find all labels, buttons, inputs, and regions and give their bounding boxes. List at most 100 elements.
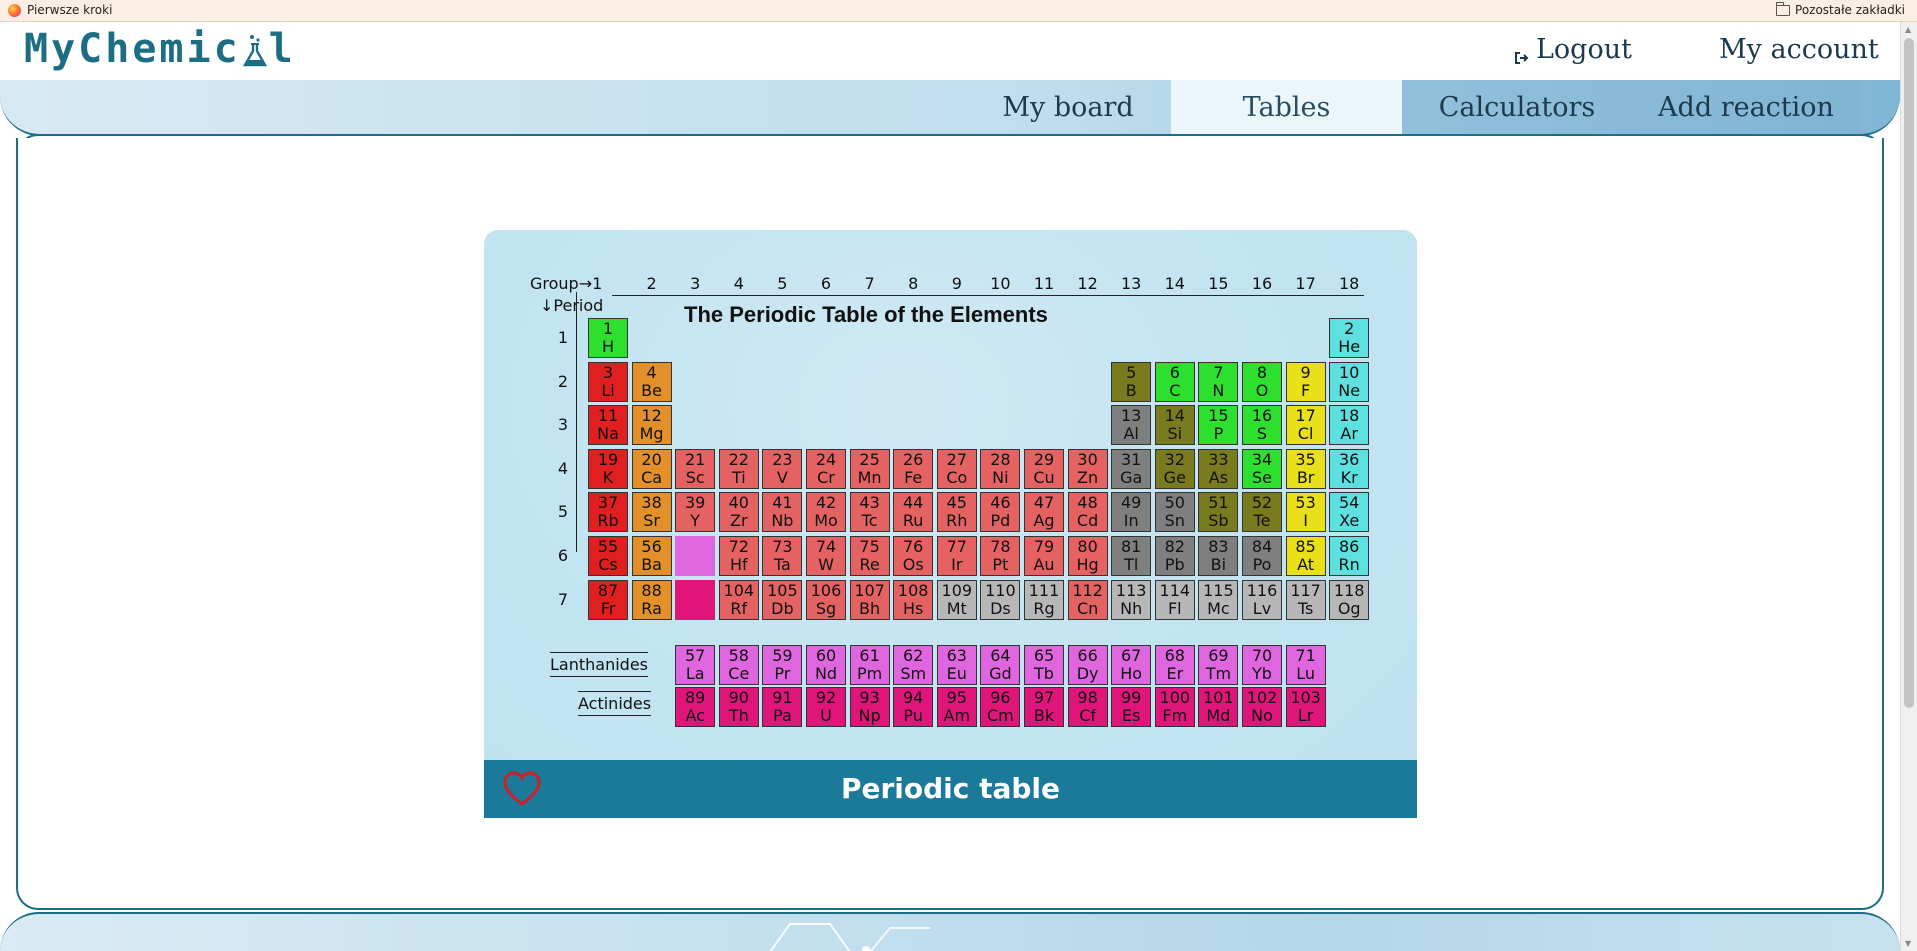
- element-ce[interactable]: 58 Ce: [718, 645, 759, 685]
- element-xe[interactable]: 54 Xe: [1329, 492, 1370, 533]
- element-fl[interactable]: 114 Fl: [1154, 579, 1195, 620]
- element-li[interactable]: 3 Li: [588, 361, 628, 402]
- element-as[interactable]: 33 As: [1198, 448, 1239, 489]
- element-yb[interactable]: 70 Yb: [1242, 645, 1282, 685]
- nav-tables[interactable]: Tables: [1171, 80, 1402, 134]
- element-ts[interactable]: 117 Ts: [1285, 579, 1326, 620]
- element-cd[interactable]: 48 Cd: [1067, 492, 1108, 533]
- element-ni[interactable]: 28 Ni: [980, 448, 1021, 489]
- element-mc[interactable]: 115 Mc: [1198, 579, 1239, 620]
- element-sr[interactable]: 38 Sr: [631, 492, 672, 533]
- scroll-up-arrow[interactable]: ▲: [1905, 25, 1911, 34]
- page-scrollbar[interactable]: ▲ ▼: [1900, 22, 1917, 951]
- element-zr[interactable]: 40 Zr: [718, 492, 759, 533]
- element-au[interactable]: 79 Au: [1024, 536, 1064, 576]
- element-placeholder[interactable]: [675, 579, 716, 620]
- element-cl[interactable]: 17 Cl: [1285, 405, 1326, 446]
- element-s[interactable]: 16 S: [1242, 405, 1282, 446]
- element-sn[interactable]: 50 Sn: [1154, 492, 1195, 533]
- element-te[interactable]: 52 Te: [1242, 492, 1282, 533]
- element-mo[interactable]: 42 Mo: [806, 492, 846, 533]
- element-ag[interactable]: 47 Ag: [1024, 492, 1064, 533]
- element-os[interactable]: 76 Os: [893, 536, 934, 576]
- element-br[interactable]: 35 Br: [1285, 448, 1326, 489]
- element-hs[interactable]: 108 Hs: [893, 579, 934, 620]
- nav-add-reaction[interactable]: Add reaction: [1632, 80, 1860, 134]
- periodic-table-card[interactable]: Group→1 ↓Period The Periodic Table of th…: [484, 230, 1417, 818]
- element-ca[interactable]: 20 Ca: [631, 448, 672, 489]
- element-v[interactable]: 23 V: [762, 448, 803, 489]
- element-tm[interactable]: 69 Tm: [1198, 645, 1239, 685]
- element-u[interactable]: 92 U: [806, 687, 846, 727]
- element-es[interactable]: 99 Es: [1111, 687, 1152, 727]
- element-lv[interactable]: 116 Lv: [1242, 579, 1282, 620]
- element-pb[interactable]: 82 Pb: [1154, 536, 1195, 576]
- element-i[interactable]: 53 I: [1285, 492, 1326, 533]
- element-ga[interactable]: 31 Ga: [1111, 448, 1152, 489]
- element-pt[interactable]: 78 Pt: [980, 536, 1021, 576]
- element-ba[interactable]: 56 Ba: [631, 536, 672, 576]
- element-f[interactable]: 9F: [1285, 361, 1326, 402]
- element-no[interactable]: 102 No: [1242, 687, 1282, 727]
- element-pa[interactable]: 91 Pa: [762, 687, 803, 727]
- element-si[interactable]: 14 Si: [1154, 405, 1195, 446]
- element-cf[interactable]: 98 Cf: [1067, 687, 1108, 727]
- element-al[interactable]: 13 Al: [1111, 405, 1152, 446]
- element-fr[interactable]: 87 Fr: [588, 579, 628, 620]
- element-tc[interactable]: 43 Tc: [849, 492, 890, 533]
- site-logo[interactable]: MyChemic l: [24, 26, 296, 72]
- element-mg[interactable]: 12 Mg: [631, 405, 672, 446]
- element-ar[interactable]: 18 Ar: [1329, 405, 1370, 446]
- element-cr[interactable]: 24 Cr: [806, 448, 846, 489]
- element-be[interactable]: 4 Be: [631, 361, 672, 402]
- element-n[interactable]: 7N: [1198, 361, 1239, 402]
- element-am[interactable]: 95 Am: [936, 687, 977, 727]
- element-rn[interactable]: 86 Rn: [1329, 536, 1370, 576]
- element-la[interactable]: 57 La: [675, 645, 716, 685]
- element-rg[interactable]: 111 Rg: [1024, 579, 1064, 620]
- element-at[interactable]: 85 At: [1285, 536, 1326, 576]
- element-md[interactable]: 101 Md: [1198, 687, 1239, 727]
- element-fm[interactable]: 100 Fm: [1154, 687, 1195, 727]
- element-rf[interactable]: 104 Rf: [718, 579, 759, 620]
- element-cn[interactable]: 112 Cn: [1067, 579, 1108, 620]
- element-zn[interactable]: 30 Zn: [1067, 448, 1108, 489]
- element-ra[interactable]: 88 Ra: [631, 579, 672, 620]
- element-mn[interactable]: 25 Mn: [849, 448, 890, 489]
- element-hf[interactable]: 72 Hf: [718, 536, 759, 576]
- element-co[interactable]: 27 Co: [936, 448, 977, 489]
- element-pu[interactable]: 94 Pu: [893, 687, 934, 727]
- element-sm[interactable]: 62 Sm: [893, 645, 934, 685]
- element-pr[interactable]: 59 Pr: [762, 645, 803, 685]
- element-tb[interactable]: 65 Tb: [1024, 645, 1064, 685]
- element-tl[interactable]: 81 Tl: [1111, 536, 1152, 576]
- element-sg[interactable]: 106 Sg: [806, 579, 846, 620]
- element-pm[interactable]: 61 Pm: [849, 645, 890, 685]
- element-b[interactable]: 5B: [1111, 361, 1152, 402]
- element-ds[interactable]: 110 Ds: [980, 579, 1021, 620]
- element-re[interactable]: 75 Re: [849, 536, 890, 576]
- element-nb[interactable]: 41 Nb: [762, 492, 803, 533]
- element-kr[interactable]: 36 Kr: [1329, 448, 1370, 489]
- element-he[interactable]: 2 He: [1329, 318, 1370, 358]
- element-sc[interactable]: 21 Sc: [675, 448, 716, 489]
- element-bh[interactable]: 107 Bh: [849, 579, 890, 620]
- element-placeholder[interactable]: [675, 536, 716, 576]
- element-p[interactable]: 15 P: [1198, 405, 1239, 446]
- element-o[interactable]: 8O: [1242, 361, 1282, 402]
- element-ti[interactable]: 22 Ti: [718, 448, 759, 489]
- element-ru[interactable]: 44 Ru: [893, 492, 934, 533]
- element-po[interactable]: 84 Po: [1242, 536, 1282, 576]
- element-w[interactable]: 74 W: [806, 536, 846, 576]
- element-cs[interactable]: 55 Cs: [588, 536, 628, 576]
- element-er[interactable]: 68 Er: [1154, 645, 1195, 685]
- element-ta[interactable]: 73 Ta: [762, 536, 803, 576]
- element-k[interactable]: 19 K: [588, 448, 628, 489]
- element-rh[interactable]: 45 Rh: [936, 492, 977, 533]
- element-mt[interactable]: 109 Mt: [936, 579, 977, 620]
- element-nd[interactable]: 60 Nd: [806, 645, 846, 685]
- element-h[interactable]: 1H: [588, 318, 628, 358]
- element-na[interactable]: 11 Na: [588, 405, 628, 446]
- scrollbar-thumb[interactable]: [1904, 38, 1914, 708]
- element-ac[interactable]: 89 Ac: [675, 687, 716, 727]
